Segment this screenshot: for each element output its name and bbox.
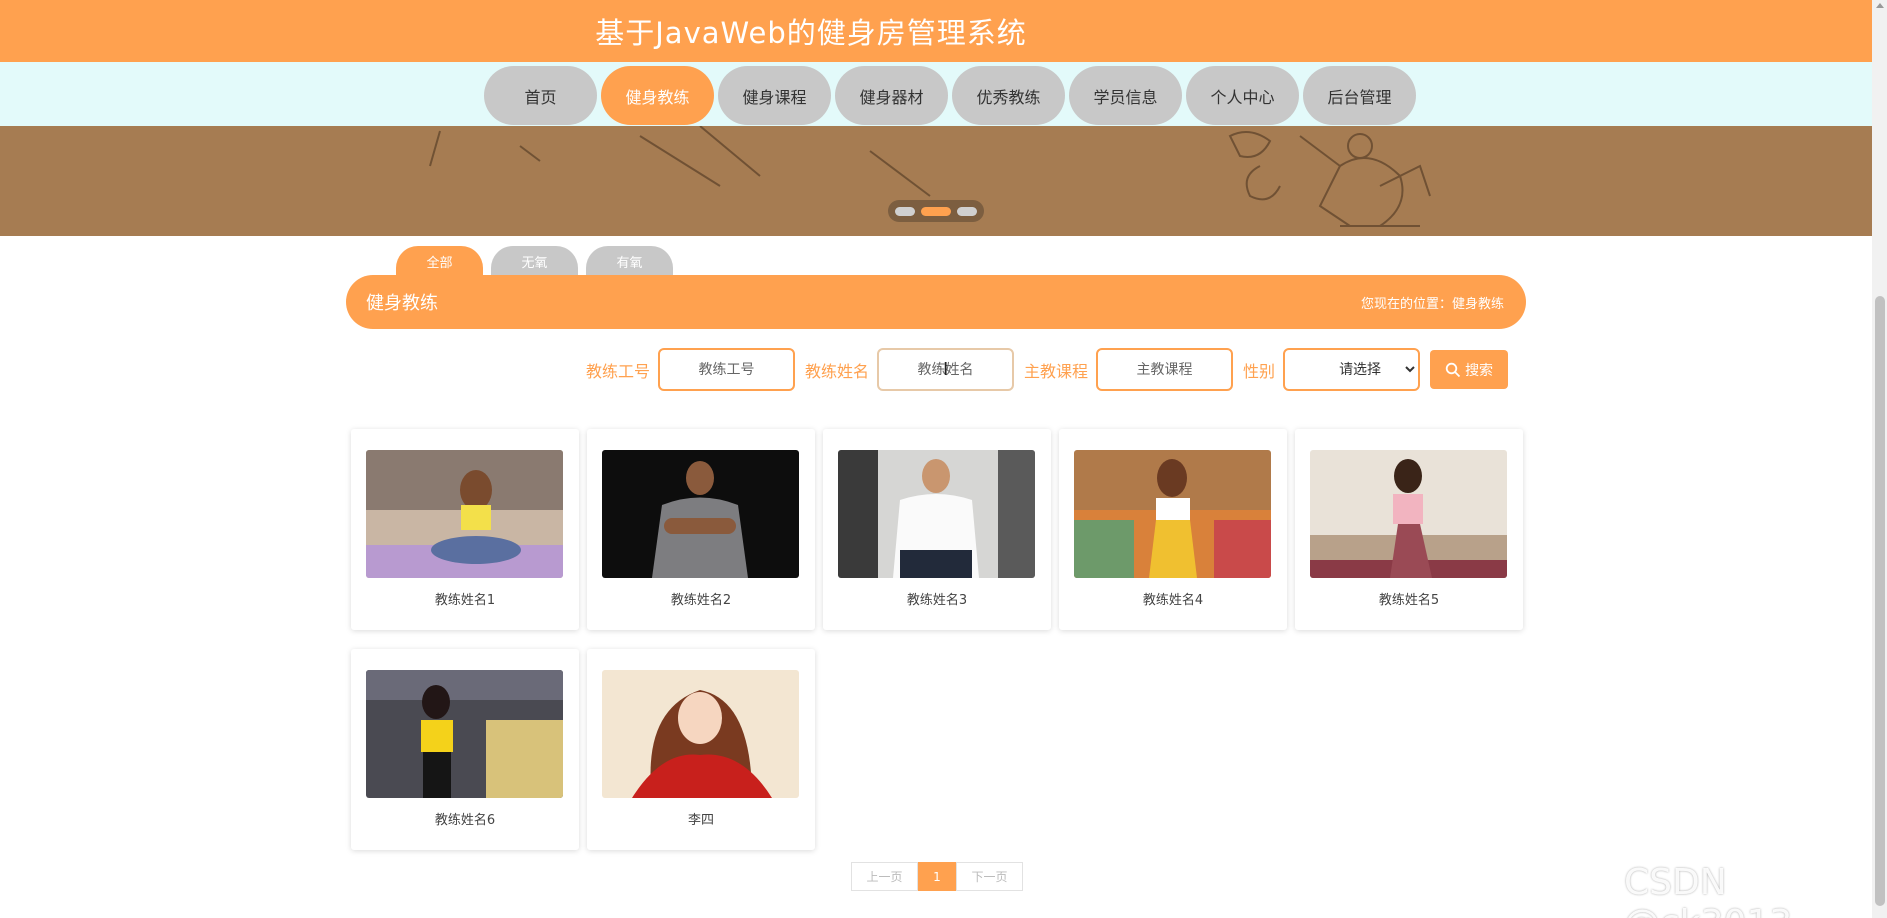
- coach-name: 教练姓名4: [1142, 593, 1204, 608]
- pagination: 上一页 1 下一页: [851, 862, 1023, 891]
- next-page-button[interactable]: 下一页: [956, 862, 1023, 891]
- coach-photo: [602, 450, 799, 578]
- coach-photo: [1074, 450, 1271, 578]
- nav-item-top-coaches[interactable]: 优秀教练: [952, 66, 1065, 125]
- nav-item-profile[interactable]: 个人中心: [1186, 66, 1299, 125]
- watermark: CSDN @ck3013: [1624, 862, 1792, 918]
- gender-label: 性别: [1243, 361, 1276, 381]
- main-nav: 首页 健身教练 健身课程 健身器材 优秀教练 学员信息 个人中心 后台管理: [484, 66, 1416, 125]
- coach-name: 教练姓名2: [670, 593, 732, 608]
- coach-card[interactable]: 教练姓名6: [351, 649, 579, 850]
- coach-card[interactable]: 教练姓名3: [823, 429, 1051, 630]
- coach-name: 教练姓名3: [906, 593, 968, 608]
- course-label: 主教课程: [1024, 361, 1089, 381]
- coach-card[interactable]: 教练姓名1: [351, 429, 579, 630]
- text-cursor-icon: Ⅰ: [943, 359, 949, 380]
- coach-id-label: 教练工号: [586, 361, 651, 381]
- gender-select[interactable]: 请选择: [1283, 348, 1421, 391]
- site-title: 基于JavaWeb的健身房管理系统: [595, 16, 1027, 50]
- section-title: 健身教练: [366, 293, 438, 314]
- carousel-dot-active[interactable]: [921, 206, 951, 216]
- coach-name: 教练姓名6: [434, 813, 496, 828]
- coach-card[interactable]: 李四: [587, 649, 815, 850]
- coach-photo: [366, 450, 563, 578]
- breadcrumb: 您现在的位置：健身教练: [1360, 296, 1504, 312]
- prev-page-button[interactable]: 上一页: [851, 862, 918, 891]
- nav-item-equipment[interactable]: 健身器材: [835, 66, 948, 125]
- coach-card[interactable]: 教练姓名4: [1059, 429, 1287, 630]
- nav-item-home[interactable]: 首页: [484, 66, 597, 125]
- course-input[interactable]: [1096, 348, 1234, 391]
- coach-name: 李四: [687, 813, 714, 828]
- search-button-label: 搜索: [1465, 362, 1494, 379]
- page: 基于JavaWeb的健身房管理系统 首页 健身教练 健身课程 健身器材 优秀教练…: [0, 0, 1887, 918]
- coach-name-label: 教练姓名: [805, 361, 870, 381]
- search-icon: [1445, 362, 1461, 377]
- coach-photo: [366, 670, 563, 798]
- coach-name: 教练姓名5: [1378, 593, 1440, 608]
- nav-item-admin[interactable]: 后台管理: [1303, 66, 1416, 125]
- carousel-dot[interactable]: [957, 206, 977, 216]
- coach-photo: [838, 450, 1035, 578]
- coach-photo: [1310, 450, 1507, 578]
- current-page[interactable]: 1: [918, 862, 956, 891]
- header-bar: 基于JavaWeb的健身房管理系统: [0, 0, 1872, 62]
- nav-item-courses[interactable]: 健身课程: [718, 66, 831, 125]
- coach-card[interactable]: 教练姓名2: [587, 429, 815, 630]
- section-header: 健身教练 您现在的位置：健身教练: [346, 275, 1526, 329]
- coach-name: 教练姓名1: [434, 593, 496, 608]
- search-button[interactable]: 搜索: [1430, 350, 1509, 389]
- coach-grid: 教练姓名1 教练姓名2 教练姓名3 教练姓名4 教练姓名5 教练姓名6 李四: [351, 429, 1523, 850]
- scrollbar-thumb[interactable]: [1875, 296, 1885, 906]
- carousel-dot[interactable]: [895, 206, 915, 216]
- carousel-indicators: [888, 200, 984, 222]
- coach-photo: [602, 670, 799, 798]
- nav-item-coaches[interactable]: 健身教练: [601, 66, 714, 125]
- coach-card[interactable]: 教练姓名5: [1295, 429, 1523, 630]
- scroll-up-arrow-icon[interactable]: [1876, 3, 1884, 8]
- search-form: 教练工号 教练姓名 主教课程 性别 请选择 搜索: [586, 348, 1509, 391]
- coach-id-input[interactable]: [658, 348, 796, 391]
- nav-item-members[interactable]: 学员信息: [1069, 66, 1182, 125]
